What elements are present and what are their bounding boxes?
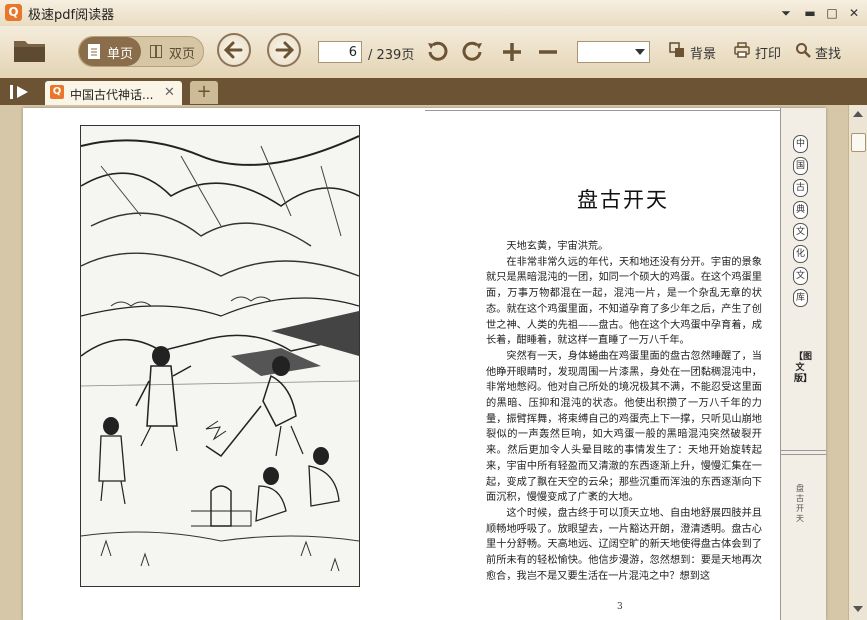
tab-bar: Q 中国古代神话... ✕ + bbox=[0, 78, 867, 105]
zoom-in-icon[interactable] bbox=[500, 40, 524, 64]
pdf-file-icon: Q bbox=[50, 85, 64, 99]
series-title-char: 典 bbox=[793, 201, 808, 219]
document-viewer: 盘古开天 天地玄黄，宇宙洪荒。 在非常非常久远的年代，天和地还没有分开。宇宙的景… bbox=[0, 105, 848, 620]
close-button[interactable]: ✕ bbox=[846, 5, 862, 21]
open-folder-icon[interactable] bbox=[13, 37, 46, 63]
scroll-thumb[interactable] bbox=[851, 133, 866, 152]
maximize-button[interactable]: □ bbox=[824, 5, 840, 21]
single-page-icon bbox=[88, 44, 100, 59]
chapter-title: 盘古开天 bbox=[577, 188, 669, 212]
illustration-image bbox=[80, 125, 360, 587]
page-number: 3 bbox=[617, 602, 623, 612]
double-page-icon bbox=[150, 45, 162, 58]
scroll-down-icon[interactable] bbox=[853, 606, 863, 612]
chapter-body: 天地玄黄，宇宙洪荒。 在非常非常久远的年代，天和地还没有分开。宇宙的景象就只是黑… bbox=[486, 239, 762, 584]
series-title-char: 化 bbox=[793, 245, 808, 263]
series-title-char: 文 bbox=[793, 267, 808, 285]
tab-document[interactable]: Q 中国古代神话... ✕ bbox=[45, 81, 182, 105]
series-title-char: 文 bbox=[793, 223, 808, 241]
page-total-label: / 239页 bbox=[368, 48, 415, 63]
tab-title: 中国古代神话... bbox=[70, 88, 154, 102]
series-title-char: 中 bbox=[793, 135, 808, 153]
arrow-right-icon bbox=[275, 41, 295, 59]
previous-page-button[interactable] bbox=[217, 33, 251, 67]
paragraph: 这个时候，盘古终于可以顶天立地、自由地舒展四肢并且顺畅地呼吸了。放眼望去，一片豁… bbox=[486, 507, 762, 582]
side-chapter-title: 盘古开天 bbox=[796, 484, 804, 523]
double-page-label: 双页 bbox=[169, 47, 196, 62]
app-title: 极速pdf阅读器 bbox=[28, 8, 115, 23]
background-button-label[interactable]: 背景 bbox=[690, 43, 716, 62]
series-title-char: 国 bbox=[793, 157, 808, 175]
rotate-left-icon[interactable] bbox=[425, 40, 449, 64]
page-number-input[interactable] bbox=[318, 41, 362, 63]
new-tab-button[interactable]: + bbox=[190, 81, 218, 104]
vertical-scrollbar[interactable] bbox=[848, 105, 867, 620]
next-page-button[interactable] bbox=[267, 33, 301, 67]
scroll-up-icon[interactable] bbox=[853, 111, 863, 117]
paragraph: 天地玄黄，宇宙洪荒。 bbox=[506, 241, 609, 252]
app-logo-icon: Q bbox=[5, 4, 22, 21]
dropdown-arrow-icon bbox=[635, 49, 645, 55]
sidebar-toggle-icon[interactable] bbox=[9, 84, 31, 100]
zoom-select[interactable] bbox=[577, 41, 650, 63]
series-title-char: 古 bbox=[793, 179, 808, 197]
find-button-label[interactable]: 查找 bbox=[815, 43, 841, 62]
page-mode-toggle: 单页 双页 bbox=[78, 36, 204, 67]
pdf-page: 盘古开天 天地玄黄，宇宙洪荒。 在非常非常久远的年代，天和地还没有分开。宇宙的景… bbox=[23, 108, 826, 620]
minimize-button[interactable]: ▬ bbox=[802, 5, 818, 21]
single-page-button[interactable]: 单页 bbox=[79, 37, 141, 66]
tab-close-icon[interactable]: ✕ bbox=[164, 85, 175, 100]
title-bar: Q 极速pdf阅读器 ⏷ ▬ □ ✕ bbox=[0, 0, 867, 27]
series-title-char: 库 bbox=[793, 289, 808, 307]
menu-dropdown-button[interactable]: ⏷ bbox=[778, 5, 794, 21]
edition-label: 【图文版】 bbox=[794, 352, 813, 384]
zoom-out-icon[interactable] bbox=[536, 40, 560, 64]
paragraph: 在非常非常久远的年代，天和地还没有分开。宇宙的景象就只是黑暗混沌的一团，如同一个… bbox=[486, 256, 762, 347]
series-sidebar: 中 国 古 典 文 化 文 库 【图文版】 盘古开天 bbox=[780, 108, 826, 620]
toolbar: 单页 双页 / 239页 bbox=[0, 26, 867, 79]
background-icon[interactable] bbox=[669, 42, 685, 58]
print-icon[interactable] bbox=[734, 42, 750, 58]
divider bbox=[781, 454, 826, 455]
search-icon[interactable] bbox=[795, 42, 811, 58]
arrow-left-icon bbox=[223, 41, 243, 59]
double-page-button[interactable]: 双页 bbox=[141, 37, 203, 66]
rotate-right-icon[interactable] bbox=[461, 40, 485, 64]
divider bbox=[781, 450, 826, 451]
paragraph: 突然有一天，身体蜷曲在鸡蛋里面的盘古忽然睡醒了，当他睁开眼睛时，发现周围一片漆黑… bbox=[486, 350, 762, 504]
single-page-label: 单页 bbox=[107, 47, 134, 62]
print-button-label[interactable]: 打印 bbox=[755, 43, 781, 62]
header-rule bbox=[425, 110, 780, 111]
